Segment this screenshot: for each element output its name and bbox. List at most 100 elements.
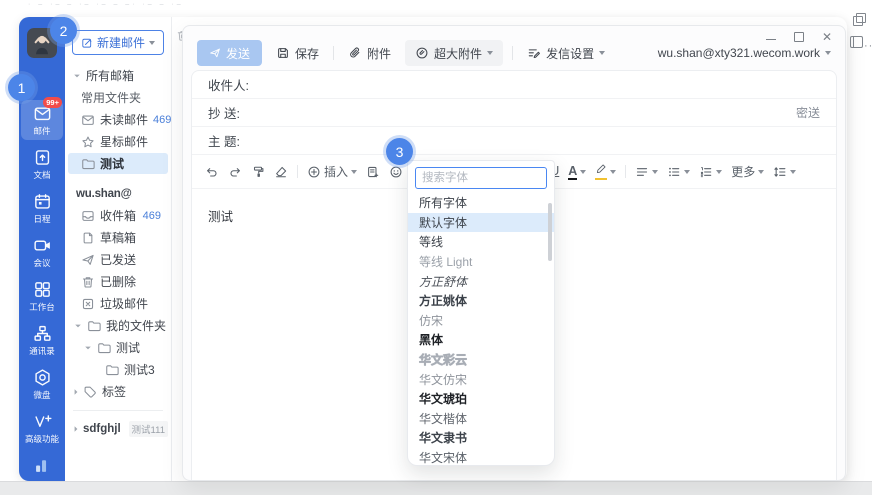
cc-field[interactable]: 抄 送: 密送 (192, 99, 836, 127)
folder-sub-test3[interactable]: 测试3 (68, 359, 168, 380)
numbered-list-icon (699, 165, 713, 179)
sidebar-item-mail[interactable]: 99+ 邮件 (21, 100, 63, 140)
numbered-list-button[interactable] (699, 165, 722, 179)
account-header-2[interactable]: sdfghjl@xt... 测试111 (68, 418, 168, 439)
folder-my-folders[interactable]: 我的文件夹 (68, 315, 168, 336)
attachment-button[interactable]: 附件 (343, 45, 396, 62)
font-dropdown: 所有字体 默认字体 等线 等线 Light 方正舒体 方正姚体 仿宋 黑体 华文… (407, 160, 555, 466)
step-annotation-3: 3 (386, 138, 413, 165)
bullet-list-button[interactable] (667, 165, 690, 179)
undo-icon[interactable] (205, 165, 219, 179)
font-option-default[interactable]: 默认字体 (408, 213, 554, 233)
folder-sent[interactable]: 已发送 (68, 249, 168, 270)
insert-button[interactable]: 插入 (307, 163, 357, 180)
contacts-icon (33, 324, 52, 343)
folder-label: 测试 (100, 155, 124, 172)
font-option[interactable]: 等线 (408, 232, 554, 252)
font-option[interactable]: 华文琥珀 (408, 389, 554, 409)
folder-label: 未读邮件 (100, 111, 148, 128)
new-mail-button[interactable]: 新建邮件 (72, 30, 164, 55)
font-option[interactable]: 华文楷体 (408, 409, 554, 429)
font-color-glyph: A (568, 164, 577, 180)
sidebar-item-workbench[interactable]: 工作台 (21, 276, 63, 316)
draft-icon (81, 231, 95, 245)
font-option[interactable]: 仿宋 (408, 311, 554, 331)
folder-panel: 新建邮件 所有邮箱 常用文件夹 未读邮件 469 星标邮件 测试 wu.shan… (65, 17, 172, 481)
dropdown-scrollbar[interactable] (548, 203, 552, 261)
font-color-button[interactable]: A (568, 164, 586, 180)
sidebar-item-label: 工作台 (29, 301, 55, 313)
folder-starred[interactable]: 星标邮件 (68, 131, 168, 152)
emoji-icon[interactable] (389, 165, 403, 179)
restore-window-icon[interactable] (853, 16, 863, 26)
font-option[interactable]: 华文隶书 (408, 428, 554, 448)
font-option[interactable]: 黑体 (408, 330, 554, 350)
sidebar-item-docs[interactable]: 文档 (21, 144, 63, 184)
folder-label: 测试 (116, 339, 140, 356)
big-attachment-button[interactable]: 超大附件 (405, 40, 503, 66)
stats-icon (33, 456, 52, 475)
folder-all-mailboxes[interactable]: 所有邮箱 (68, 65, 168, 86)
font-option[interactable]: 华文彩云 (408, 350, 554, 370)
send-settings-icon (527, 46, 541, 60)
folder-inbox[interactable]: 收件箱 469 (68, 205, 168, 226)
save-button[interactable]: 保存 (271, 45, 324, 62)
step-annotation-2: 2 (50, 17, 77, 44)
attachment-label: 附件 (367, 45, 391, 62)
font-option[interactable]: 华文仿宋 (408, 369, 554, 389)
top-edge-cropped-marks: · – ·– – ·– ·– – –· ·– – ·– (28, 1, 184, 8)
font-option[interactable]: 华文宋体 (408, 448, 554, 468)
folder-drafts[interactable]: 草稿箱 (68, 227, 168, 248)
sidebar-item-drive[interactable]: 微盘 (21, 364, 63, 404)
folder-test-selected[interactable]: 测试 (68, 153, 168, 174)
send-settings-button[interactable]: 发信设置 (522, 45, 610, 62)
new-mail-label: 新建邮件 (97, 34, 145, 51)
main-window-edge: ·· (845, 10, 872, 70)
folder-junk[interactable]: 垃圾邮件 (68, 293, 168, 314)
highlight-pen-icon (595, 163, 607, 175)
folder-tags[interactable]: 标签 (68, 381, 168, 402)
caret-right-icon (75, 426, 78, 432)
font-option[interactable]: 方正姚体 (408, 291, 554, 311)
more-options-icon[interactable]: ·· (864, 40, 872, 52)
account-header-1[interactable]: wu.shan@xty321.... (68, 183, 168, 204)
clear-format-icon[interactable] (274, 165, 288, 179)
document-icon (33, 148, 52, 167)
sidebar-item-contacts[interactable]: 通讯录 (21, 320, 63, 360)
save-icon (276, 46, 290, 60)
from-account-selector[interactable]: wu.shan@xty321.wecom.work (658, 46, 831, 60)
font-option[interactable]: 方正舒体 (408, 271, 554, 291)
caret-down-icon (85, 346, 91, 349)
to-field[interactable]: 收件人: (192, 71, 836, 99)
send-label: 发送 (226, 45, 250, 62)
account-badge: 测试111 (129, 421, 168, 437)
redo-icon[interactable] (228, 165, 242, 179)
panel-toggle-icon[interactable] (850, 36, 863, 48)
line-height-icon (773, 165, 787, 179)
bcc-link[interactable]: 密送 (796, 104, 820, 121)
folder-sub-test[interactable]: 测试 (68, 337, 168, 358)
sidebar-stats-button[interactable] (21, 452, 63, 478)
folder-label: 测试3 (124, 361, 155, 378)
unread-badge: 99+ (43, 97, 62, 108)
sidebar-item-calendar[interactable]: 日程 (21, 188, 63, 228)
format-painter-icon[interactable] (251, 165, 265, 179)
folder-unread[interactable]: 未读邮件 469 (68, 109, 168, 130)
folder-deleted[interactable]: 已删除 (68, 271, 168, 292)
send-button[interactable]: 发送 (197, 40, 262, 66)
sidebar-item-meeting[interactable]: 会议 (21, 232, 63, 272)
template-icon[interactable] (366, 165, 380, 179)
align-button[interactable] (635, 165, 658, 179)
line-height-button[interactable] (773, 165, 796, 179)
more-button[interactable]: 更多 (731, 163, 764, 180)
chevron-down-icon (351, 170, 357, 174)
font-option[interactable]: 等线 Light (408, 252, 554, 272)
highlight-color-button[interactable] (595, 163, 616, 180)
folder-label: 标签 (102, 383, 126, 400)
font-option-all[interactable]: 所有字体 (408, 193, 554, 213)
star-icon (81, 135, 95, 149)
subject-field[interactable]: 主 题: (192, 127, 836, 155)
font-search-input[interactable] (415, 167, 547, 189)
more-label: 更多 (731, 163, 755, 180)
sidebar-item-advanced[interactable]: 高级功能 (21, 408, 63, 448)
